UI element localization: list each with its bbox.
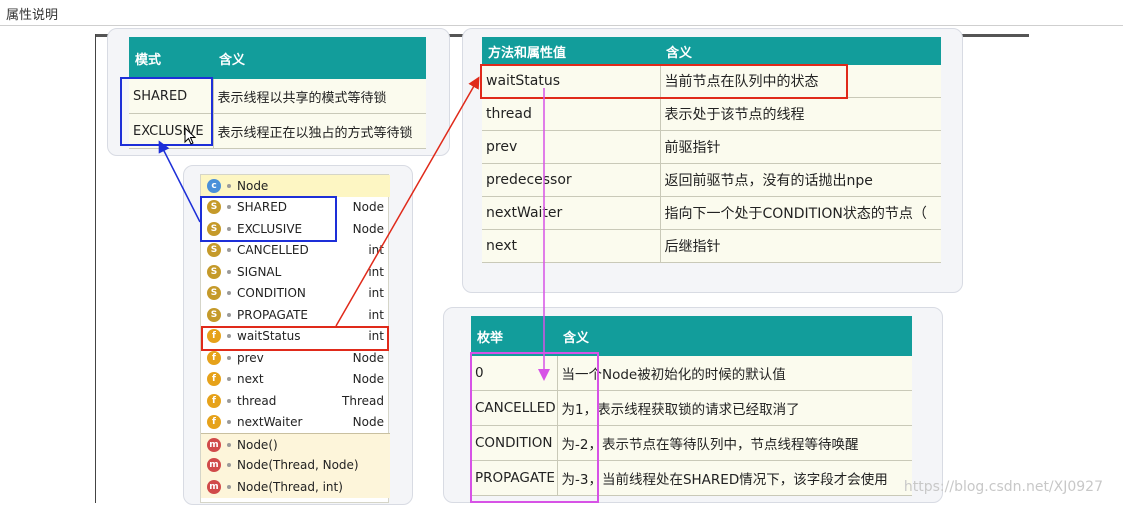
red-arrow xyxy=(335,76,480,327)
blue-arrow xyxy=(158,140,201,223)
watermark: https://blog.csdn.net/XJ0927 xyxy=(903,479,1103,495)
mouse-cursor-icon xyxy=(184,127,196,145)
annotation-arrows xyxy=(158,76,550,381)
